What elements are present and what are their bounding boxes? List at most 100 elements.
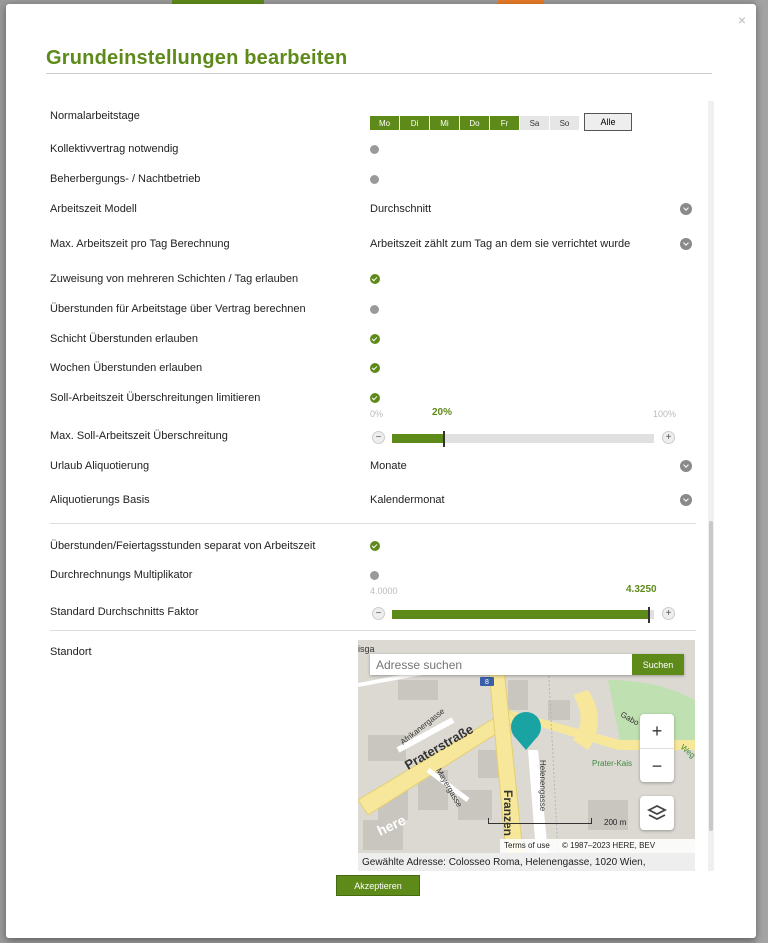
workday-toggle-group: Mo Di Mi Do Fr Sa So Alle	[370, 113, 632, 131]
row-worktime-model[interactable]: Arbeitszeit Modell Durchschnitt	[50, 200, 696, 220]
decrease-button[interactable]: −	[372, 431, 385, 444]
day-toggle-di[interactable]: Di	[400, 116, 429, 130]
overtime-separate-label: Überstunden/Feiertagsstunden separat von…	[50, 540, 316, 552]
slider-track[interactable]	[392, 431, 654, 447]
row-overtime-separate: Überstunden/Feiertagsstunden separat von…	[50, 537, 696, 557]
layers-button[interactable]	[640, 796, 674, 830]
day-toggle-fr[interactable]: Fr	[490, 116, 519, 130]
overtime-workdays-toggle[interactable]	[370, 305, 379, 314]
max-per-day-select[interactable]: Arbeitszeit zählt zum Tag an dem sie ver…	[370, 238, 630, 250]
max-per-day-label: Max. Arbeitszeit pro Tag Berechnung	[50, 238, 230, 250]
address-search-input[interactable]	[370, 654, 632, 675]
row-limit-exceed: Soll-Arbeitszeit Überschreitungen limiti…	[50, 389, 696, 409]
slider-min-label: 4.0000	[370, 586, 398, 596]
row-aliquot-basis[interactable]: Aliquotierungs Basis Kalendermonat	[50, 491, 696, 511]
increase-button[interactable]: +	[662, 431, 675, 444]
chevron-down-icon[interactable]	[680, 460, 692, 472]
close-icon[interactable]: ×	[738, 12, 746, 28]
decrease-button[interactable]: −	[372, 607, 385, 620]
map-scale-bar	[488, 818, 592, 824]
chevron-down-icon[interactable]	[680, 238, 692, 250]
zoom-control: + −	[640, 714, 674, 782]
background-page-edge	[756, 0, 768, 943]
max-exceed-label: Max. Soll-Arbeitszeit Überschreitung	[50, 430, 228, 442]
row-max-per-day[interactable]: Max. Arbeitszeit pro Tag Berechnung Arbe…	[50, 235, 696, 255]
slider-fill	[392, 610, 649, 619]
overtime-separate-toggle[interactable]	[370, 541, 380, 551]
title-divider	[46, 73, 712, 74]
slider-fill	[392, 434, 445, 443]
day-toggle-sa[interactable]: Sa	[520, 116, 549, 130]
shift-overtime-label: Schicht Überstunden erlauben	[50, 333, 198, 345]
street-label: Franzen	[501, 790, 515, 836]
aliquot-basis-label: Aliquotierungs Basis	[50, 494, 150, 506]
multiplier-label: Durchrechnungs Multiplikator	[50, 569, 193, 581]
metro-label: 8	[485, 679, 489, 686]
shift-overtime-toggle[interactable]	[370, 334, 380, 344]
collective-toggle[interactable]	[370, 145, 379, 154]
section-divider	[50, 523, 696, 524]
search-button[interactable]: Suchen	[632, 654, 684, 675]
row-collective-agreement: Kollektivvertrag notwendig	[50, 140, 696, 160]
accept-button[interactable]: Akzeptieren	[336, 875, 420, 896]
map-attribution: Terms of use © 1987–2023 HERE, BEV	[500, 839, 695, 853]
multiplier-toggle[interactable]	[370, 571, 379, 580]
avg-factor-label: Standard Durchschnitts Faktor	[50, 606, 199, 618]
day-toggle-mi[interactable]: Mi	[430, 116, 459, 130]
slider-handle[interactable]	[443, 431, 446, 447]
slider-handle[interactable]	[647, 607, 650, 623]
accommodation-toggle[interactable]	[370, 175, 379, 184]
row-multiplier: Durchrechnungs Multiplikator	[50, 566, 696, 586]
workdays-label: Normalarbeitstage	[50, 110, 140, 122]
worktime-model-select[interactable]: Durchschnitt	[370, 203, 431, 215]
worktime-model-label: Arbeitszeit Modell	[50, 203, 137, 215]
map-scale-label: 200 m	[604, 818, 627, 827]
week-overtime-label: Wochen Überstunden erlauben	[50, 362, 203, 374]
section-divider	[50, 630, 696, 631]
zoom-out-button[interactable]: −	[640, 748, 674, 782]
chevron-down-icon[interactable]	[680, 203, 692, 215]
accommodation-label: Beherbergungs- / Nachtbetrieb	[50, 173, 201, 185]
copyright-text: © 1987–2023 HERE, BEV	[562, 841, 656, 850]
settings-dialog: × Grundeinstellungen bearbeiten Normalar…	[6, 4, 756, 938]
content-scrollbar[interactable]	[708, 101, 714, 871]
street-label: isga	[358, 644, 375, 654]
row-multi-shift: Zuweisung von mehreren Schichten / Tag e…	[50, 270, 696, 290]
row-vacation[interactable]: Urlaub Aliquotierung Monate	[50, 457, 696, 477]
limit-exceed-toggle[interactable]	[370, 393, 380, 403]
street-label: Prater-Kais	[592, 759, 632, 768]
row-week-overtime: Wochen Überstunden erlauben	[50, 359, 696, 379]
multi-shift-toggle[interactable]	[370, 274, 380, 284]
terms-link[interactable]: Terms of use	[504, 841, 550, 850]
increase-button[interactable]: +	[662, 607, 675, 620]
layers-icon	[646, 804, 668, 821]
all-days-button[interactable]: Alle	[584, 113, 632, 131]
scrollbar-thumb[interactable]	[709, 521, 713, 831]
slider-track[interactable]	[392, 607, 654, 623]
row-shift-overtime: Schicht Überstunden erlauben	[50, 330, 696, 350]
dialog-title: Grundeinstellungen bearbeiten	[46, 47, 348, 69]
aliquot-basis-select[interactable]: Kalendermonat	[370, 494, 445, 506]
location-label: Standort	[50, 646, 92, 658]
multi-shift-label: Zuweisung von mehreren Schichten / Tag e…	[50, 273, 299, 285]
overtime-workdays-label: Überstunden für Arbeitstage über Vertrag…	[50, 303, 306, 315]
zoom-in-button[interactable]: +	[640, 714, 674, 748]
slider-current-label: 20%	[432, 407, 453, 418]
slider-max-label: 100%	[652, 409, 676, 419]
slider-min-label: 0%	[370, 409, 384, 419]
row-overtime-workdays: Überstunden für Arbeitstage über Vertrag…	[50, 300, 696, 320]
selected-address: Gewählte Adresse: Colosseo Roma, Helenen…	[358, 853, 695, 871]
vacation-label: Urlaub Aliquotierung	[50, 460, 150, 472]
day-toggle-so[interactable]: So	[550, 116, 579, 130]
location-map[interactable]: 8 Praterstraße Afrikanergasse Mayergasse…	[358, 640, 695, 853]
row-accommodation: Beherbergungs- / Nachtbetrieb	[50, 170, 696, 190]
street-label: Helenengasse	[538, 760, 547, 812]
vacation-select[interactable]: Monate	[370, 460, 407, 472]
slider-current-label: 4.3250	[626, 584, 657, 595]
chevron-down-icon[interactable]	[680, 494, 692, 506]
address-search-bar: Suchen	[370, 654, 684, 675]
limit-exceed-label: Soll-Arbeitszeit Überschreitungen limiti…	[50, 392, 261, 404]
week-overtime-toggle[interactable]	[370, 363, 380, 373]
day-toggle-mo[interactable]: Mo	[370, 116, 399, 130]
day-toggle-do[interactable]: Do	[460, 116, 489, 130]
